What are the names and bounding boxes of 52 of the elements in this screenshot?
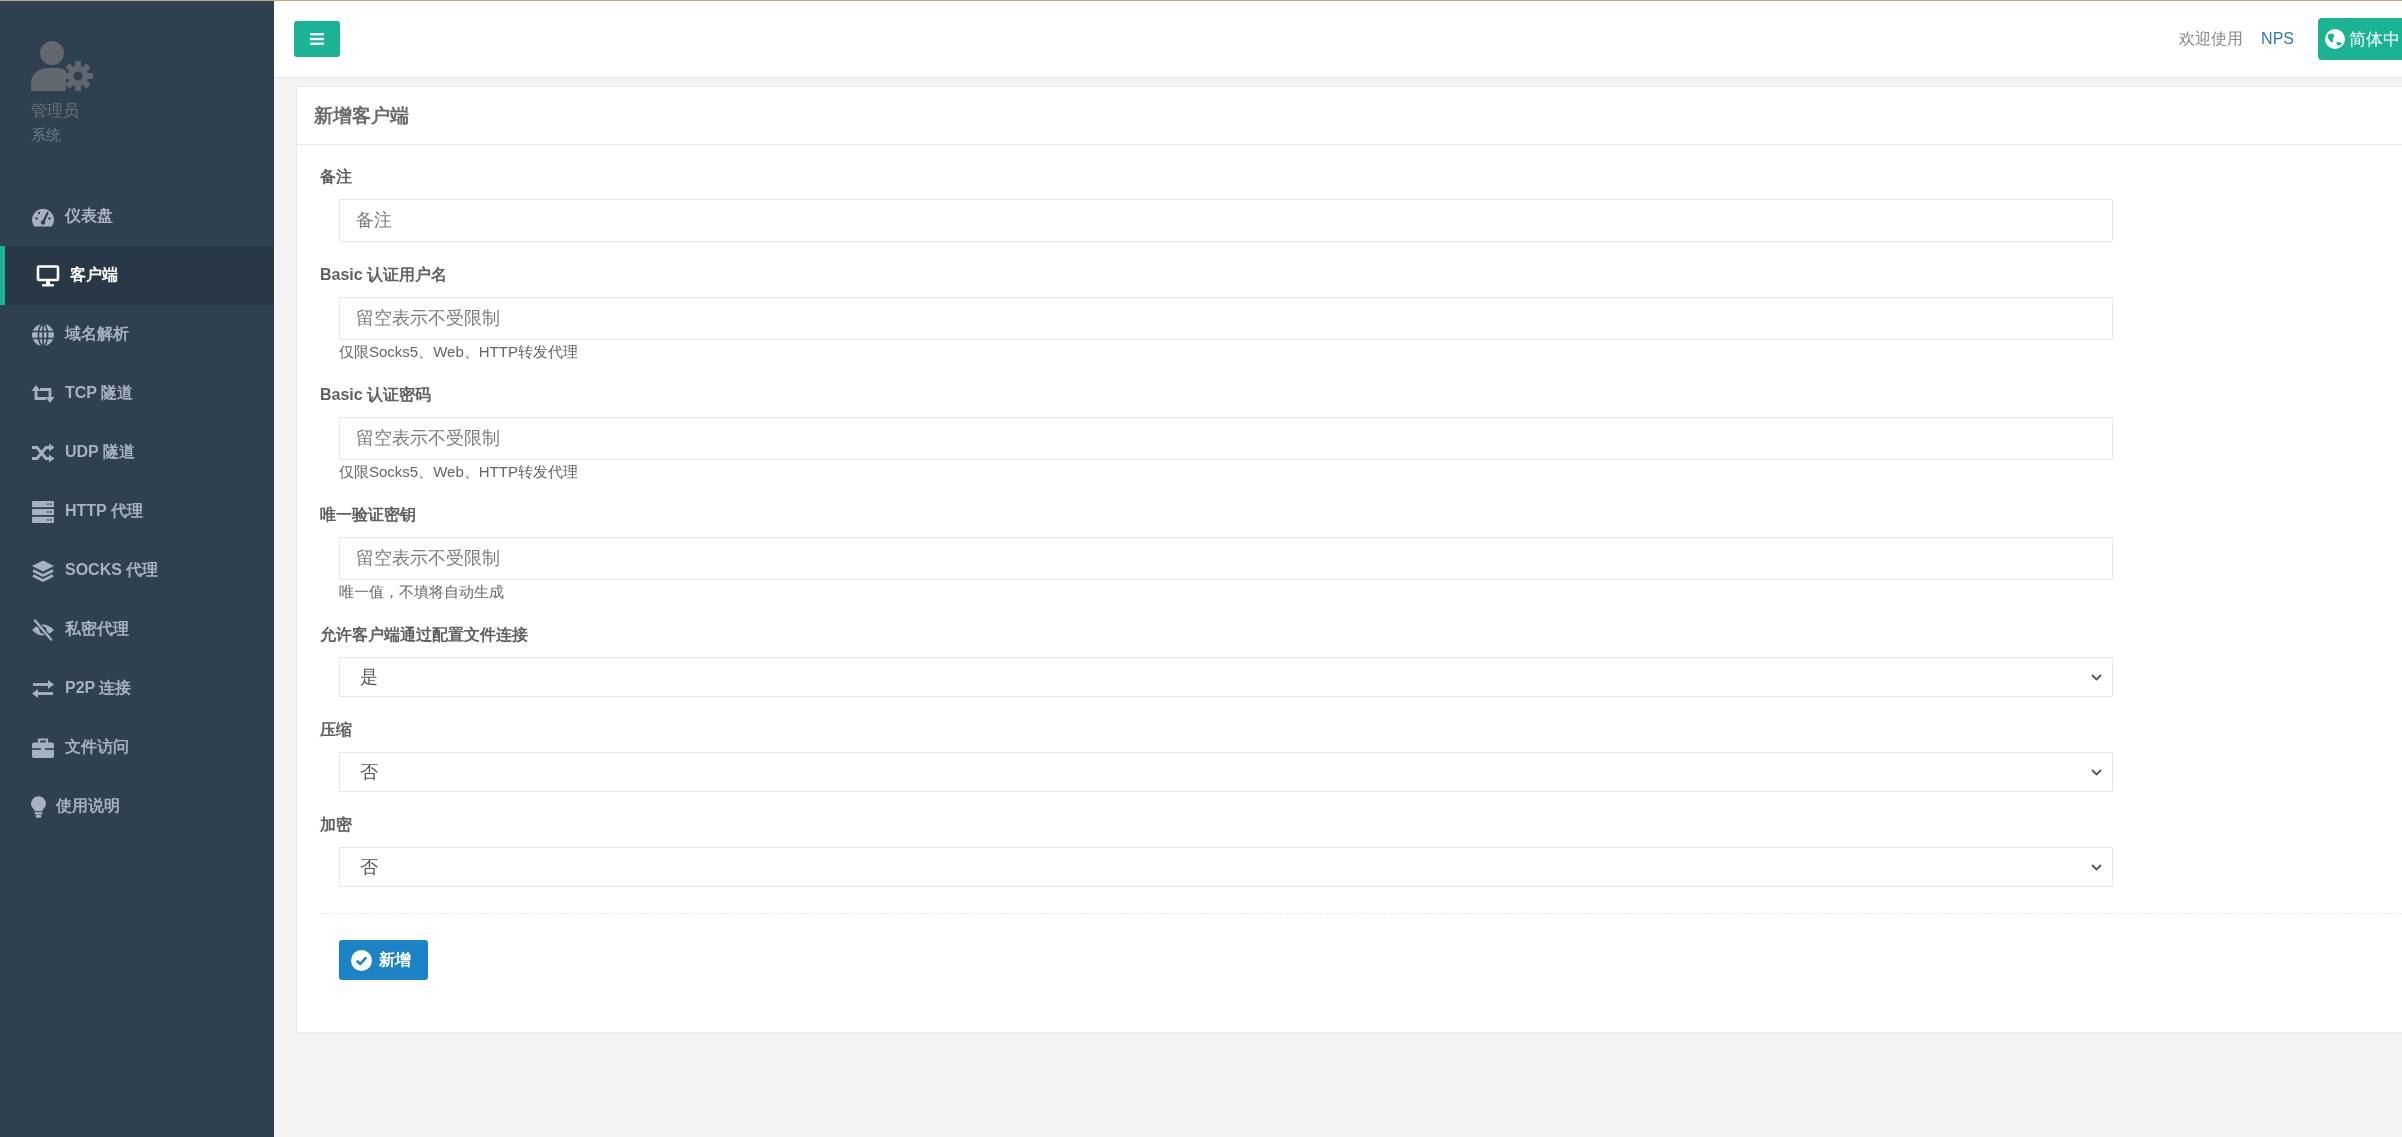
server-icon bbox=[31, 500, 55, 523]
sidebar-item[interactable]: 仪表盘 bbox=[0, 187, 274, 246]
chevron-down-icon bbox=[2091, 863, 2102, 871]
field-label: Basic 认证用户名 bbox=[320, 265, 448, 285]
sidebar-item[interactable]: 私密代理 bbox=[0, 600, 274, 659]
dropdown[interactable]: 是 bbox=[339, 657, 2113, 697]
help-text: 唯一值，不填将自动生成 bbox=[339, 582, 504, 602]
briefcase-icon bbox=[31, 736, 55, 759]
chevron-down-icon bbox=[2091, 768, 2102, 776]
menu-icon bbox=[310, 33, 324, 45]
sidebar-item[interactable]: 使用说明 bbox=[0, 777, 274, 836]
check-circle-icon bbox=[351, 949, 372, 971]
sidebar-item[interactable]: 域名解析 bbox=[0, 305, 274, 364]
language-button[interactable]: 简体中 bbox=[2318, 18, 2402, 60]
sidebar-item[interactable]: HTTP 代理 bbox=[0, 482, 274, 541]
menu-button[interactable] bbox=[294, 21, 340, 57]
brand-link[interactable]: NPS bbox=[2261, 30, 2294, 48]
sidebar-item[interactable]: P2P 连接 bbox=[0, 659, 274, 718]
globe-icon bbox=[31, 323, 55, 346]
dropdown[interactable]: 否 bbox=[339, 752, 2113, 792]
swap-arrows-icon bbox=[31, 677, 55, 700]
field-label: 压缩 bbox=[320, 720, 352, 740]
welcome-text: 欢迎使用 bbox=[2179, 28, 2244, 49]
text-field[interactable]: 备注 bbox=[339, 199, 2113, 242]
card-title: 新增客户端 bbox=[314, 103, 409, 128]
text-field[interactable]: 留空表示不受限制 bbox=[339, 417, 2113, 460]
layers-icon bbox=[31, 559, 55, 582]
lightbulb-icon bbox=[31, 795, 46, 818]
field-label: 唯一验证密钥 bbox=[320, 505, 416, 525]
field-label: 允许客户端通过配置文件连接 bbox=[320, 625, 528, 645]
add-button[interactable]: 新增 bbox=[339, 940, 428, 980]
user-gear-icon bbox=[31, 41, 93, 91]
user-name: 管理员 bbox=[31, 101, 80, 121]
field-label: Basic 认证密码 bbox=[320, 385, 432, 405]
shuffle-icon bbox=[31, 441, 55, 464]
user-role: 系统 bbox=[31, 125, 62, 145]
globe-icon bbox=[2325, 29, 2345, 49]
eye-slash-icon bbox=[31, 618, 55, 641]
chevron-down-icon bbox=[2091, 673, 2102, 681]
field-label: 加密 bbox=[320, 815, 352, 835]
text-field[interactable]: 留空表示不受限制 bbox=[339, 297, 2113, 340]
sidebar-item[interactable]: 文件访问 bbox=[0, 718, 274, 777]
monitor-icon bbox=[36, 264, 60, 287]
sidebar-item[interactable]: 客户端 bbox=[0, 246, 274, 305]
dropdown[interactable]: 否 bbox=[339, 847, 2113, 887]
help-text: 仅限Socks5、Web、HTTP转发代理 bbox=[339, 462, 578, 482]
sidebar-item[interactable]: SOCKS 代理 bbox=[0, 541, 274, 600]
sidebar-item[interactable]: UDP 隧道 bbox=[0, 423, 274, 482]
sidebar-item[interactable]: TCP 隧道 bbox=[0, 364, 274, 423]
field-label: 备注 bbox=[320, 167, 352, 187]
text-field[interactable]: 留空表示不受限制 bbox=[339, 537, 2113, 580]
help-text: 仅限Socks5、Web、HTTP转发代理 bbox=[339, 342, 578, 362]
